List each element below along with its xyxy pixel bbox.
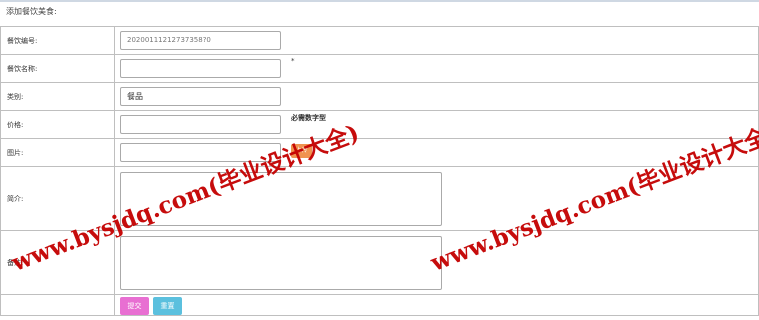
required-mark: *: [291, 57, 295, 65]
form-row-remark: 备注:: [0, 230, 759, 295]
remark-textarea[interactable]: [120, 235, 442, 290]
form-row-name: 餐饮名称: *: [0, 54, 759, 83]
category-label: 类别:: [0, 82, 115, 111]
upload-button[interactable]: 上传: [291, 144, 312, 158]
form-row-price: 价格: 必需数字型: [0, 110, 759, 139]
price-input[interactable]: [120, 115, 281, 134]
price-label: 价格:: [0, 110, 115, 139]
name-label: 餐饮名称:: [0, 54, 115, 83]
image-label: 图片:: [0, 138, 115, 167]
intro-label: 简介:: [0, 166, 115, 231]
page-title: 添加餐饮美食:: [6, 7, 57, 16]
image-path-input[interactable]: [120, 143, 281, 162]
form-row-id: 餐饮编号: 20200111212737358?0: [0, 26, 759, 55]
remark-label: 备注:: [0, 230, 115, 295]
id-label: 餐饮编号:: [0, 26, 115, 55]
category-select[interactable]: 餐品: [120, 87, 281, 106]
top-border: [0, 0, 759, 2]
form-row-actions: 提交 重置: [0, 294, 759, 316]
form-row-category: 类别: 餐品: [0, 82, 759, 111]
form-row-image: 图片: 上传: [0, 138, 759, 167]
food-name-input[interactable]: [120, 59, 281, 78]
submit-button[interactable]: 提交: [120, 297, 149, 315]
form-row-intro: 简介:: [0, 166, 759, 231]
price-hint: 必需数字型: [291, 114, 326, 122]
reset-button[interactable]: 重置: [153, 297, 182, 315]
food-id-input[interactable]: 20200111212737358?0: [120, 31, 281, 50]
add-food-form: 餐饮编号: 20200111212737358?0 餐饮名称: * 类别: 餐品…: [0, 26, 759, 316]
intro-textarea[interactable]: [120, 171, 442, 226]
